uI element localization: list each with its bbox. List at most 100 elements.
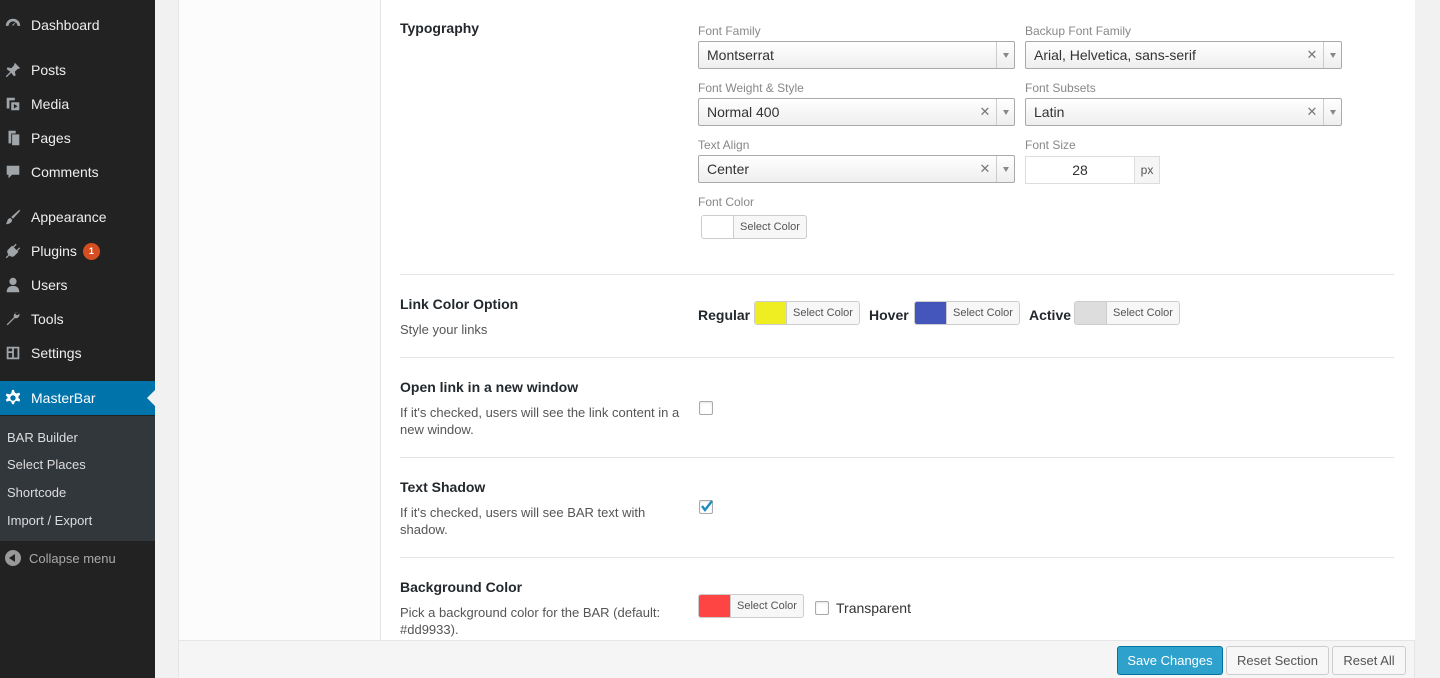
menu-label: Settings	[31, 345, 82, 361]
chevron-down-icon[interactable]	[996, 99, 1014, 125]
hover-label: Hover	[869, 307, 909, 323]
collapse-menu-button[interactable]: Collapse menu	[0, 546, 116, 570]
reset-all-button[interactable]: Reset All	[1332, 646, 1406, 675]
font-color-label: Font Color	[698, 195, 755, 209]
link-color-desc: Style your links	[400, 322, 488, 337]
comments-icon	[3, 162, 23, 182]
font-weight-select[interactable]: Normal 400 ✕	[698, 98, 1015, 126]
menu-label: MasterBar	[31, 390, 96, 406]
row-divider	[400, 557, 1394, 558]
menu-item-posts[interactable]: Posts	[0, 53, 155, 87]
font-subsets-label: Font Subsets	[1025, 81, 1096, 95]
submenu-item-shortcode[interactable]: Shortcode	[7, 485, 66, 500]
text-align-value: Center	[707, 161, 750, 177]
text-align-select[interactable]: Center ✕	[698, 155, 1015, 183]
checkmark-icon	[701, 500, 713, 512]
font-family-value: Montserrat	[707, 47, 774, 63]
menu-item-masterbar[interactable]: MasterBar	[0, 381, 155, 415]
menu-item-settings[interactable]: Settings	[0, 336, 155, 370]
background-color-swatch	[699, 595, 731, 617]
text-shadow-checkbox[interactable]	[699, 500, 713, 514]
font-color-swatch	[702, 216, 734, 238]
menu-label: Comments	[31, 164, 99, 180]
font-color-picker[interactable]: Select Color	[701, 215, 807, 239]
font-weight-value: Normal 400	[707, 104, 780, 120]
font-size-label: Font Size	[1025, 138, 1076, 152]
user-icon	[3, 275, 23, 295]
hover-color-swatch	[915, 302, 947, 324]
save-changes-button[interactable]: Save Changes	[1117, 646, 1223, 675]
collapse-arrow-icon	[5, 550, 21, 566]
regular-color-swatch	[755, 302, 787, 324]
active-color-picker[interactable]: Select Color	[1074, 301, 1180, 325]
backup-font-family-value: Arial, Helvetica, sans-serif	[1034, 47, 1196, 63]
background-color-picker[interactable]: Select Color	[698, 594, 804, 618]
active-color-swatch	[1075, 302, 1107, 324]
select-color-label: Select Color	[953, 307, 1013, 319]
collapse-label: Collapse menu	[29, 550, 116, 566]
menu-label: Pages	[31, 130, 71, 146]
menu-item-media[interactable]: Media	[0, 87, 155, 121]
menu-label: Dashboard	[31, 17, 100, 33]
row-divider	[400, 357, 1394, 358]
font-size-unit: px	[1134, 156, 1160, 184]
transparent-checkbox[interactable]	[815, 601, 829, 615]
open-link-checkbox[interactable]	[699, 401, 713, 415]
select-color-label: Select Color	[740, 221, 800, 233]
backup-font-family-select[interactable]: Arial, Helvetica, sans-serif ✕	[1025, 41, 1342, 69]
pin-icon	[3, 60, 23, 80]
menu-item-comments[interactable]: Comments	[0, 155, 155, 189]
typography-title: Typography	[400, 20, 480, 36]
submenu-item-bar-builder[interactable]: BAR Builder	[7, 430, 78, 445]
menu-label: Plugins	[31, 243, 77, 259]
reset-section-button[interactable]: Reset Section	[1226, 646, 1329, 675]
chevron-down-icon[interactable]	[996, 156, 1014, 182]
active-label: Active	[1029, 307, 1072, 323]
font-subsets-select[interactable]: Latin ✕	[1025, 98, 1342, 126]
hover-color-picker[interactable]: Select Color	[914, 301, 1020, 325]
clear-icon[interactable]: ✕	[978, 104, 992, 120]
regular-color-picker[interactable]: Select Color	[754, 301, 860, 325]
row-divider	[400, 457, 1394, 458]
text-align-label: Text Align	[698, 138, 750, 152]
font-weight-label: Font Weight & Style	[698, 81, 804, 95]
menu-item-users[interactable]: Users	[0, 268, 155, 302]
settings-icon	[3, 343, 23, 363]
menu-item-appearance[interactable]: Appearance	[0, 200, 155, 234]
dashboard-icon	[3, 15, 23, 35]
window-scroll-track	[1428, 0, 1440, 678]
chevron-down-icon[interactable]	[996, 42, 1014, 68]
transparent-label: Transparent	[836, 600, 911, 616]
open-link-desc: If it's checked, users will see the link…	[400, 405, 680, 437]
menu-item-plugins[interactable]: Plugins 1	[0, 234, 155, 268]
background-color-desc: Pick a background color for the BAR (def…	[400, 605, 661, 637]
wrench-icon	[3, 309, 23, 329]
clear-icon[interactable]: ✕	[978, 161, 992, 177]
menu-label: Posts	[31, 62, 67, 78]
font-family-label: Font Family	[698, 24, 761, 38]
brush-icon	[3, 207, 23, 227]
chevron-down-icon[interactable]	[1323, 42, 1341, 68]
pages-icon	[3, 128, 23, 148]
open-link-title: Open link in a new window	[400, 379, 579, 395]
chevron-down-icon[interactable]	[1323, 99, 1341, 125]
text-shadow-desc: If it's checked, users will see BAR text…	[400, 505, 646, 537]
menu-label: Appearance	[31, 209, 107, 225]
submenu-item-import-export[interactable]: Import / Export	[7, 513, 92, 528]
font-family-select[interactable]: Montserrat	[698, 41, 1015, 69]
font-subsets-value: Latin	[1034, 104, 1065, 120]
menu-label: Tools	[31, 311, 64, 327]
clear-icon[interactable]: ✕	[1305, 104, 1319, 120]
menu-item-tools[interactable]: Tools	[0, 302, 155, 336]
admin-sidebar: Dashboard Posts Media Pages Comments App…	[0, 0, 155, 678]
submenu-item-select-places[interactable]: Select Places	[7, 457, 86, 472]
update-count-badge: 1	[82, 242, 100, 260]
menu-item-pages[interactable]: Pages	[0, 121, 155, 155]
clear-icon[interactable]: ✕	[1305, 47, 1319, 63]
row-divider	[400, 274, 1394, 275]
media-icon	[3, 94, 23, 114]
plugin-icon	[3, 241, 23, 261]
select-color-label: Select Color	[793, 307, 853, 319]
menu-item-dashboard[interactable]: Dashboard	[0, 8, 155, 42]
font-size-input[interactable]: 28	[1025, 156, 1135, 184]
